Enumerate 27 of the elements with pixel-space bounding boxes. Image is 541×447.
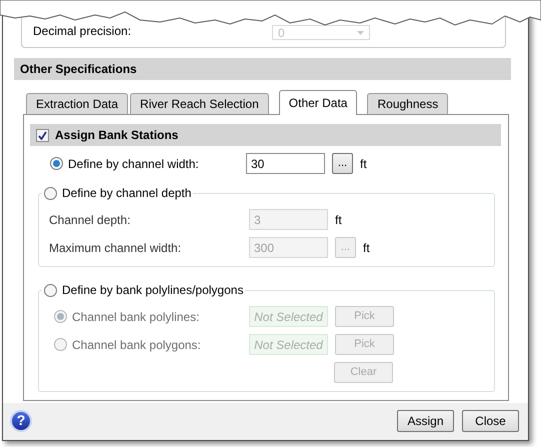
field-label: Maximum channel width: — [49, 240, 182, 256]
text-field[interactable]: 30 — [246, 153, 325, 174]
radio-label: Channel bank polylines: — [72, 308, 200, 326]
tab[interactable]: Roughness — [367, 93, 448, 114]
unit-label: ft — [335, 212, 342, 228]
dialog-button[interactable]: Close — [462, 410, 519, 432]
checkbox[interactable] — [36, 128, 49, 142]
radio-button[interactable] — [44, 284, 57, 296]
tab[interactable]: Other Data — [278, 90, 358, 115]
tab[interactable]: Extraction Data — [26, 93, 128, 114]
help-button[interactable]: ? — [10, 410, 32, 432]
radio-button[interactable] — [50, 157, 63, 170]
checkbox-label: Assign Bank Stations — [55, 127, 178, 144]
radio-label: Define by channel depth — [62, 185, 192, 202]
browse-button[interactable]: ... — [332, 153, 353, 174]
field-label: Channel depth: — [49, 212, 132, 228]
down-arrow-icon — [357, 30, 364, 34]
radio-label: Channel bank polygons: — [72, 336, 202, 354]
radio-label: Define by channel width: — [68, 156, 200, 172]
radio-label: Define by bank polylines/polygons — [62, 282, 244, 299]
section-header: Other Specifications — [14, 58, 511, 80]
unit-label: ft — [363, 240, 370, 256]
field-label: Decimal precision: — [33, 23, 132, 40]
unit-label: ft — [360, 156, 367, 172]
radio-button[interactable] — [44, 186, 57, 200]
dialog-button[interactable]: Assign — [397, 410, 454, 432]
tab[interactable]: River Reach Selection — [130, 93, 269, 114]
